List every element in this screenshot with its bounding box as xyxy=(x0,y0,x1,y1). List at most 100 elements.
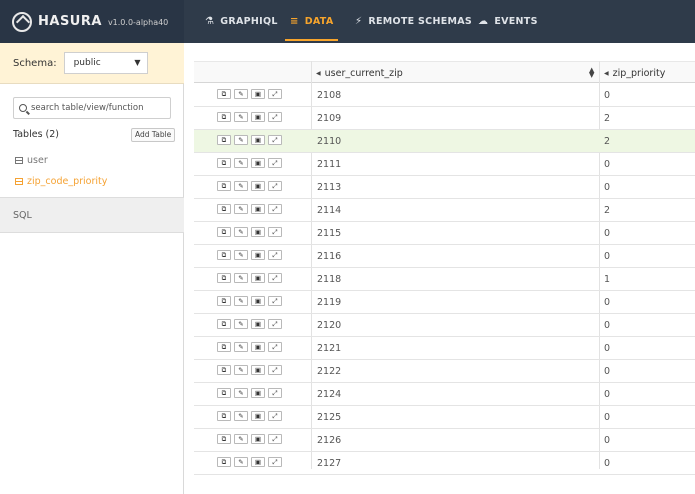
sort-icon[interactable]: ▲ ▼ xyxy=(589,67,594,79)
delete-icon[interactable]: ▣ xyxy=(251,250,265,260)
copy-icon[interactable]: ⧉ xyxy=(217,135,231,145)
delete-icon[interactable]: ▣ xyxy=(251,434,265,444)
cell-zip-priority[interactable]: 0 xyxy=(604,245,610,268)
sidebar-sql-link[interactable]: SQL xyxy=(0,197,184,233)
copy-icon[interactable]: ⧉ xyxy=(217,227,231,237)
cell-user-current-zip[interactable]: 2109 xyxy=(317,107,341,130)
edit-icon[interactable]: ✎ xyxy=(234,112,248,122)
cell-user-current-zip[interactable]: 2120 xyxy=(317,314,341,337)
cell-zip-priority[interactable]: 0 xyxy=(604,429,610,452)
copy-icon[interactable]: ⧉ xyxy=(217,181,231,191)
delete-icon[interactable]: ▣ xyxy=(251,158,265,168)
delete-icon[interactable]: ▣ xyxy=(251,365,265,375)
column-header-user-current-zip[interactable]: ◀ user_current_zip xyxy=(316,62,403,84)
delete-icon[interactable]: ▣ xyxy=(251,388,265,398)
cell-user-current-zip[interactable]: 2126 xyxy=(317,429,341,452)
expand-icon[interactable]: ⤢ xyxy=(268,181,282,191)
sidebar-table-user[interactable]: user xyxy=(15,155,48,166)
delete-icon[interactable]: ▣ xyxy=(251,135,265,145)
cell-zip-priority[interactable]: 0 xyxy=(604,360,610,383)
expand-icon[interactable]: ⤢ xyxy=(268,89,282,99)
edit-icon[interactable]: ✎ xyxy=(234,227,248,237)
cell-zip-priority[interactable]: 0 xyxy=(604,314,610,337)
delete-icon[interactable]: ▣ xyxy=(251,457,265,467)
edit-icon[interactable]: ✎ xyxy=(234,342,248,352)
edit-icon[interactable]: ✎ xyxy=(234,135,248,145)
edit-icon[interactable]: ✎ xyxy=(234,158,248,168)
delete-icon[interactable]: ▣ xyxy=(251,89,265,99)
expand-icon[interactable]: ⤢ xyxy=(268,411,282,421)
cell-zip-priority[interactable]: 0 xyxy=(604,153,610,176)
cell-zip-priority[interactable]: 0 xyxy=(604,176,610,199)
copy-icon[interactable]: ⧉ xyxy=(217,250,231,260)
cell-user-current-zip[interactable]: 2124 xyxy=(317,383,341,406)
cell-user-current-zip[interactable]: 2113 xyxy=(317,176,341,199)
brand[interactable]: HASURA v1.0.0-alpha40 xyxy=(0,0,184,43)
edit-icon[interactable]: ✎ xyxy=(234,89,248,99)
nav-tab-remote-schemas[interactable]: ⚡ REMOTE SCHEMAS xyxy=(355,0,472,43)
copy-icon[interactable]: ⧉ xyxy=(217,411,231,421)
edit-icon[interactable]: ✎ xyxy=(234,411,248,421)
cell-user-current-zip[interactable]: 2114 xyxy=(317,199,341,222)
edit-icon[interactable]: ✎ xyxy=(234,457,248,467)
expand-icon[interactable]: ⤢ xyxy=(268,342,282,352)
delete-icon[interactable]: ▣ xyxy=(251,296,265,306)
cell-zip-priority[interactable]: 2 xyxy=(604,199,610,222)
copy-icon[interactable]: ⧉ xyxy=(217,319,231,329)
cell-zip-priority[interactable]: 0 xyxy=(604,337,610,360)
cell-zip-priority[interactable]: 0 xyxy=(604,222,610,245)
copy-icon[interactable]: ⧉ xyxy=(217,434,231,444)
sidebar-table-zip-code-priority[interactable]: zip_code_priority xyxy=(15,176,107,187)
edit-icon[interactable]: ✎ xyxy=(234,319,248,329)
expand-icon[interactable]: ⤢ xyxy=(268,365,282,375)
expand-icon[interactable]: ⤢ xyxy=(268,388,282,398)
expand-icon[interactable]: ⤢ xyxy=(268,204,282,214)
delete-icon[interactable]: ▣ xyxy=(251,319,265,329)
cell-user-current-zip[interactable]: 2125 xyxy=(317,406,341,429)
delete-icon[interactable]: ▣ xyxy=(251,112,265,122)
cell-user-current-zip[interactable]: 2122 xyxy=(317,360,341,383)
cell-user-current-zip[interactable]: 2121 xyxy=(317,337,341,360)
delete-icon[interactable]: ▣ xyxy=(251,342,265,352)
delete-icon[interactable]: ▣ xyxy=(251,273,265,283)
nav-tab-events[interactable]: ☁ EVENTS xyxy=(478,0,538,43)
copy-icon[interactable]: ⧉ xyxy=(217,342,231,352)
copy-icon[interactable]: ⧉ xyxy=(217,365,231,375)
delete-icon[interactable]: ▣ xyxy=(251,204,265,214)
copy-icon[interactable]: ⧉ xyxy=(217,112,231,122)
cell-user-current-zip[interactable]: 2119 xyxy=(317,291,341,314)
delete-icon[interactable]: ▣ xyxy=(251,411,265,421)
edit-icon[interactable]: ✎ xyxy=(234,365,248,375)
expand-icon[interactable]: ⤢ xyxy=(268,319,282,329)
expand-icon[interactable]: ⤢ xyxy=(268,434,282,444)
cell-user-current-zip[interactable]: 2111 xyxy=(317,153,341,176)
copy-icon[interactable]: ⧉ xyxy=(217,457,231,467)
cell-zip-priority[interactable]: 0 xyxy=(604,406,610,429)
expand-icon[interactable]: ⤢ xyxy=(268,227,282,237)
expand-icon[interactable]: ⤢ xyxy=(268,158,282,168)
cell-user-current-zip[interactable]: 2110 xyxy=(317,130,341,153)
delete-icon[interactable]: ▣ xyxy=(251,227,265,237)
expand-icon[interactable]: ⤢ xyxy=(268,296,282,306)
cell-zip-priority[interactable]: 0 xyxy=(604,291,610,314)
add-table-button[interactable]: Add Table xyxy=(131,128,176,142)
cell-zip-priority[interactable]: 0 xyxy=(604,452,610,475)
edit-icon[interactable]: ✎ xyxy=(234,250,248,260)
expand-icon[interactable]: ⤢ xyxy=(268,112,282,122)
expand-icon[interactable]: ⤢ xyxy=(268,250,282,260)
schema-select[interactable]: public ▼ xyxy=(63,52,148,74)
cell-user-current-zip[interactable]: 2108 xyxy=(317,84,341,107)
column-header-zip-priority[interactable]: ◀ zip_priority xyxy=(604,62,665,84)
copy-icon[interactable]: ⧉ xyxy=(217,158,231,168)
edit-icon[interactable]: ✎ xyxy=(234,204,248,214)
cell-user-current-zip[interactable]: 2116 xyxy=(317,245,341,268)
table-search-input[interactable]: search table/view/function xyxy=(13,97,171,119)
copy-icon[interactable]: ⧉ xyxy=(217,204,231,214)
cell-zip-priority[interactable]: 1 xyxy=(604,268,610,291)
edit-icon[interactable]: ✎ xyxy=(234,273,248,283)
expand-icon[interactable]: ⤢ xyxy=(268,457,282,467)
cell-zip-priority[interactable]: 2 xyxy=(604,107,610,130)
copy-icon[interactable]: ⧉ xyxy=(217,296,231,306)
cell-zip-priority[interactable]: 2 xyxy=(604,130,610,153)
delete-icon[interactable]: ▣ xyxy=(251,181,265,191)
